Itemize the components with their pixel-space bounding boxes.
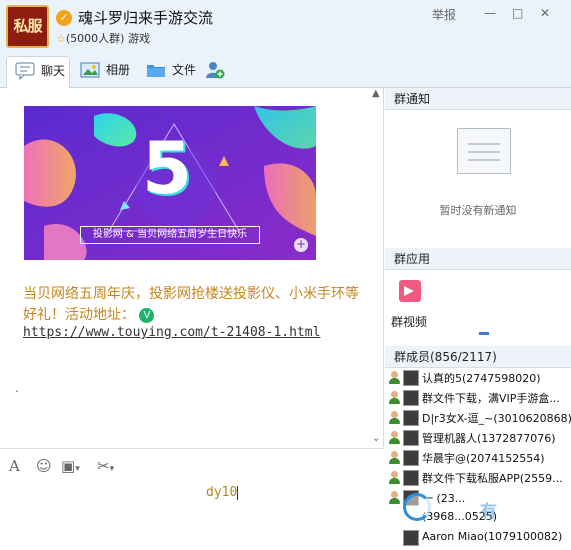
member-role-icon [388,471,400,485]
tab-chat-label: 聊天 [41,64,66,78]
avatar [403,430,419,446]
member-name: 群文件下载私服APP(2559... [422,472,563,485]
member-role-icon [388,411,400,425]
member-name: 管理机器人(1372877076) [422,432,556,445]
add-member-icon [206,62,225,79]
list-item[interactable]: D|r3女X-逗_~(3010620868) [385,408,571,428]
group-subtitle: ☆(5000人群) 游戏 [56,30,150,46]
screenshot-scissors-icon[interactable]: ✂▾ [97,457,114,475]
photo-icon [80,62,100,78]
emoji-icon[interactable]: ☺ [36,457,52,475]
member-name: 群文件下载，满VIP手游盒... [422,392,560,405]
notice-section-title: 群通知 [385,88,571,110]
member-role-icon [388,431,400,445]
watermark-text: 有 [480,502,497,522]
folder-icon [147,65,165,77]
group-video-icon[interactable] [399,280,421,302]
window-header: 私服 ✓ 魂斗罗归来手游交流 ☆(5000人群) 游戏 举报 — □ ✕ [0,0,571,52]
group-member-count: (5000人群) 游戏 [65,32,150,45]
group-video-label[interactable]: 群视频 [391,313,427,330]
list-item[interactable]: Aaron Miao(1079100082) [385,528,571,548]
chat-bubble-icon [15,62,35,80]
group-avatar[interactable]: 私服 [6,5,49,48]
tab-add-member[interactable] [200,56,232,88]
expand-image-icon[interactable]: + [294,238,308,252]
apps-section-title: 群应用 [385,248,571,270]
avatar [403,530,419,546]
member-list[interactable]: 认真的5(2747598020) 群文件下载，满VIP手游盒... D|r3女X… [385,368,571,548]
notice-board-icon [457,128,511,174]
list-item[interactable]: 群文件下载私服APP(2559... [385,468,571,488]
member-name: Aaron Miao(1079100082) [422,530,563,543]
list-item[interactable]: 管理机器人(1372877076) [385,428,571,448]
member-name: 认真的5(2747598020) [422,372,541,385]
tab-files-label: 文件 [172,63,197,77]
font-format-icon[interactable]: A [9,457,20,475]
list-item[interactable]: 认真的5(2747598020) [385,368,571,388]
banner-number: 5 [142,126,193,210]
minimize-button[interactable]: — [484,6,496,20]
chat-history[interactable]: 5 投影网 & 当贝网络五周岁生日快乐 + 当贝网络五周年庆，投影网抢楼送投影仪… [0,88,384,448]
list-item[interactable]: 华晨宇@(2074152554) [385,448,571,468]
maximize-button[interactable]: □ [512,6,523,20]
verified-v-icon: V [139,307,155,323]
text-caret [237,485,239,500]
group-title: 魂斗罗归来手游交流 [78,9,214,27]
tab-chat[interactable]: 聊天 [6,56,70,88]
verified-badge-icon: ✓ [56,10,72,26]
avatar [403,410,419,426]
member-role-icon [388,451,400,465]
member-name: D|r3女X-逗_~(3010620868) [422,412,571,425]
member-name: 华晨宇@(2074152554) [422,452,545,465]
banner-caption: 投影网 & 当贝网络五周岁生日快乐 [80,226,260,244]
anniversary-banner-image[interactable]: 5 投影网 & 当贝网络五周岁生日快乐 + [24,106,316,260]
tab-bar: 聊天 相册 文件 [0,52,571,88]
message-link[interactable]: https://www.touying.com/t-21408-1.html [23,325,320,340]
tab-album-label: 相册 [106,63,131,77]
list-item[interactable]: 群文件下载，满VIP手游盒... [385,388,571,408]
member-role-icon [388,371,400,385]
loading-spinner-icon [403,493,431,521]
stray-dot: . [15,381,19,395]
tab-files[interactable]: 文件 [138,56,202,88]
avatar [403,450,419,466]
avatar [403,470,419,486]
tab-album[interactable]: 相册 [72,56,136,88]
member-role-icon [388,491,400,505]
members-section-title: 群成员(856/2117) [385,346,571,368]
notice-empty-text: 暂时没有新通知 [439,204,517,217]
avatar [403,390,419,406]
typed-text: dy10 [206,485,238,500]
scroll-up-icon[interactable]: ▲ [372,88,380,99]
scroll-down-icon[interactable]: ⌄ [372,433,380,444]
message-input-area[interactable]: A ☺ ▣▾ ✂▾ dy10 [0,448,384,550]
message-text: 当贝网络五周年庆，投影网抢楼送投影仪、小米手环等好礼！活动地址： V [23,284,368,326]
star-icon: ☆ [56,32,66,45]
collapse-handle[interactable] [479,332,489,335]
member-role-icon [388,391,400,405]
image-insert-icon[interactable]: ▣▾ [61,457,80,475]
avatar [403,370,419,386]
close-button[interactable]: ✕ [540,6,550,20]
message-body: 当贝网络五周年庆，投影网抢楼送投影仪、小米手环等好礼！活动地址： [23,286,359,323]
message-input[interactable]: dy10 [206,485,239,500]
right-panel: 群通知 暂时没有新通知 群应用 群视频 群成员(856/2117) 认真的5(2… [385,88,571,550]
report-button[interactable]: 举报 [432,6,456,23]
